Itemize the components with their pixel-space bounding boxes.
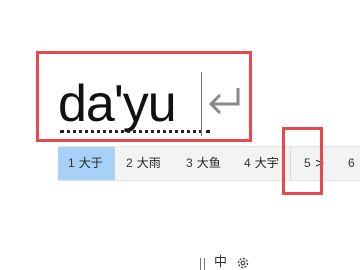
candidate-number: 3 [186,156,193,170]
candidate-number: 6 [348,156,355,170]
ime-mode-indicator[interactable]: 中 [214,255,227,270]
candidate-word: 大宇 [254,156,279,170]
candidate-number: 1 [68,156,75,170]
candidate-word: 大雨 [136,156,161,170]
candidate-4[interactable]: 4 大宇 [238,147,288,180]
candidate-2[interactable]: 2 大雨 [118,147,178,180]
candidate-number: 2 [126,156,133,170]
candidate-word: 大于 [78,156,103,170]
candidate-word: 大鱼 [196,156,221,170]
tray-grip-icon [200,258,206,270]
ime-tray: 中 [200,255,260,270]
candidate-number: 4 [244,156,251,170]
annotation-box-composition [36,51,252,142]
annotation-box-expand [282,127,323,195]
gear-icon[interactable] [236,256,250,270]
candidate-3[interactable]: 3 大鱼 [178,147,238,180]
candidate-6[interactable]: 6 [342,147,360,180]
candidate-1[interactable]: 1 大于 [58,147,115,180]
